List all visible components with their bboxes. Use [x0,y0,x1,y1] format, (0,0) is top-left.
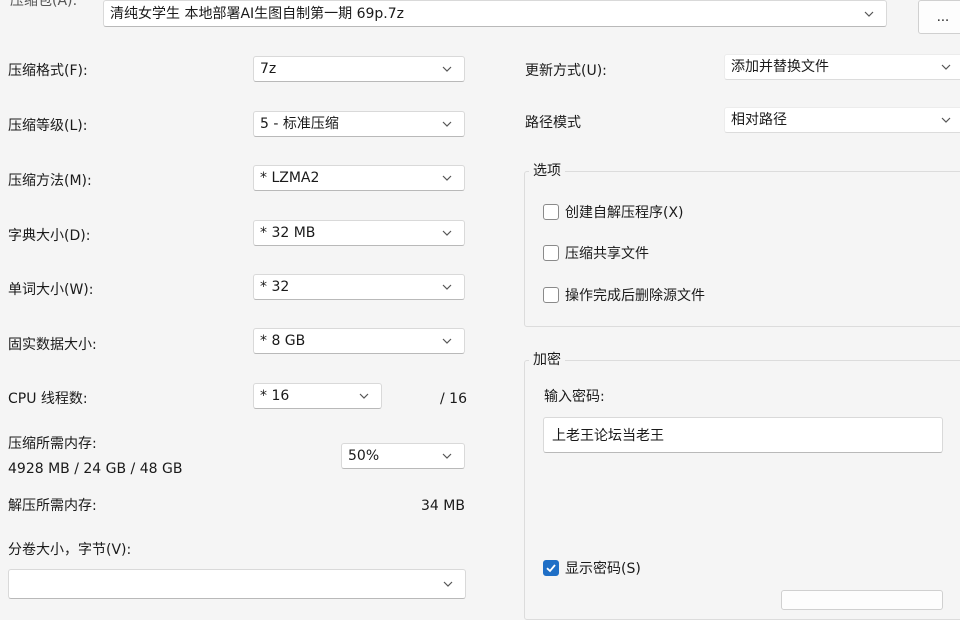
memory-percent-combo[interactable]: 50% [341,443,465,469]
check-icon [546,564,556,573]
word-value: * 32 [260,279,290,295]
password-value: 上老王论坛当老王 [552,428,664,444]
dictionary-label: 字典大小(D): [8,228,91,244]
method-combo[interactable]: * LZMA2 [253,165,465,191]
memory-percent-value: 50% [348,448,380,464]
shared-files-option[interactable]: 压缩共享文件 [543,242,649,264]
method-label: 压缩方法(M): [8,173,92,189]
level-combo[interactable]: 5 - 标准压缩 [253,111,465,137]
level-value: 5 - 标准压缩 [260,116,339,132]
encryption-method-button[interactable] [781,590,943,610]
threads-combo[interactable]: * 16 [253,383,382,409]
solid-label: 固实数据大小: [8,337,97,353]
chevron-down-icon [860,5,878,23]
chevron-down-icon [438,278,456,296]
format-combo[interactable]: 7z [253,56,465,82]
show-password-option[interactable]: 显示密码(S) [543,557,641,579]
chevron-down-icon [438,332,456,350]
memory-compress-label: 压缩所需内存: [8,436,97,452]
archive-label: 压缩包(A): [10,0,78,9]
format-label: 压缩格式(F): [8,63,88,79]
threads-value: * 16 [260,388,290,404]
password-input[interactable]: 上老王论坛当老王 [543,417,943,453]
solid-combo[interactable]: * 8 GB [253,328,465,354]
volume-combo[interactable] [8,569,466,599]
checkbox-checked[interactable] [543,560,559,576]
encryption-title: 加密 [529,351,565,369]
sfx-option[interactable]: 创建自解压程序(X) [543,201,684,223]
chevron-down-icon [438,447,456,465]
checkbox[interactable] [543,204,559,220]
word-combo[interactable]: * 32 [253,274,465,300]
archive-combo[interactable]: 清纯女学生 本地部署AI生图自制第一期 69p.7z [103,0,887,27]
path-value: 相对路径 [731,112,787,128]
memory-compress-detail: 4928 MB / 24 GB / 48 GB [8,461,183,477]
memory-decompress-label: 解压所需内存: [8,498,97,514]
chevron-down-icon [439,575,457,593]
dictionary-combo[interactable]: * 32 MB [253,220,465,246]
browse-button[interactable]: ... [918,0,960,34]
chevron-down-icon [438,224,456,242]
delete-after-option[interactable]: 操作完成后删除源文件 [543,284,705,306]
method-value: * LZMA2 [260,170,320,186]
threads-label: CPU 线程数: [8,391,88,407]
update-value: 添加并替换文件 [731,59,829,75]
options-title: 选项 [529,162,565,180]
checkbox[interactable] [543,245,559,261]
chevron-down-icon [355,387,373,405]
chevron-down-icon [438,169,456,187]
chevron-down-icon [438,115,456,133]
volume-label: 分卷大小，字节(V): [8,542,132,558]
chevron-down-icon [438,60,456,78]
dictionary-value: * 32 MB [260,225,316,241]
chevron-down-icon [937,111,955,129]
path-combo[interactable]: 相对路径 [724,107,960,133]
update-label: 更新方式(U): [525,63,607,79]
solid-value: * 8 GB [260,333,306,349]
checkbox[interactable] [543,287,559,303]
path-label: 路径模式 [525,115,581,131]
password-label: 输入密码: [544,389,605,405]
memory-decompress-value: 34 MB [421,498,465,514]
update-combo[interactable]: 添加并替换文件 [724,54,960,80]
word-label: 单词大小(W): [8,282,94,298]
threads-max: / 16 [440,391,467,407]
format-value: 7z [260,61,277,77]
level-label: 压缩等级(L): [8,118,88,134]
archive-value: 清纯女学生 本地部署AI生图自制第一期 69p.7z [110,5,405,22]
chevron-down-icon [937,58,955,76]
